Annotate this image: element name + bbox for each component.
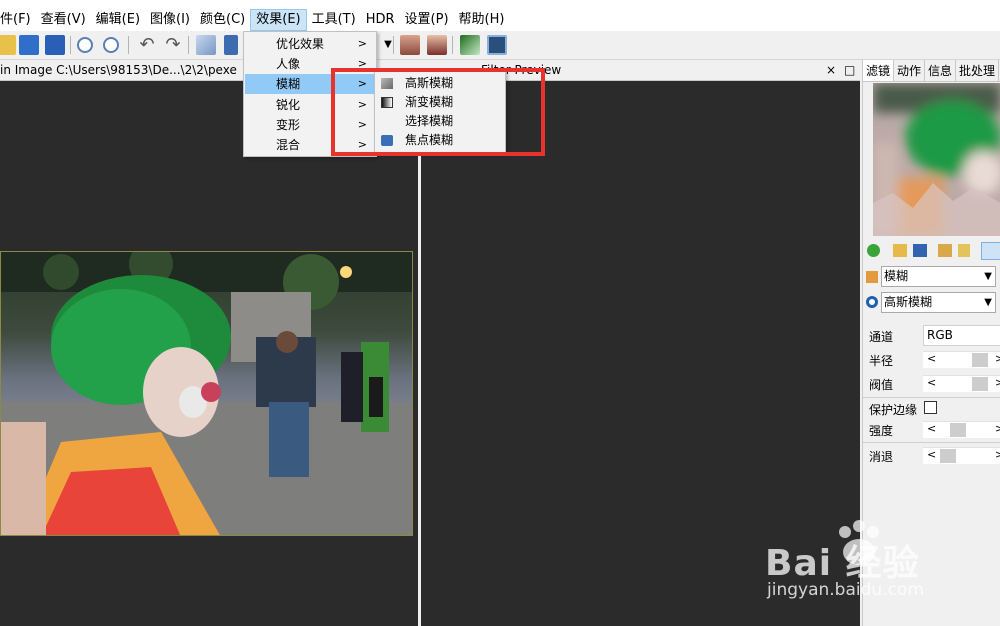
chevron-down-icon: ▼ [984,271,992,282]
portrait-retouch-icon[interactable] [427,35,447,55]
menu-file[interactable]: 件(F) [0,9,36,31]
play-icon[interactable] [867,244,880,257]
save-preset-icon[interactable] [913,244,927,257]
menu-settings[interactable]: 设置(P) [400,9,454,31]
menu-item-label: 优化效果 [276,37,325,51]
clown-photo [1,252,412,535]
open-folder-icon[interactable] [0,35,16,55]
tab-actions[interactable]: 动作 [894,60,926,81]
radius-slider[interactable]: < > [923,351,1000,368]
slider-thumb[interactable] [972,353,988,367]
add-action-icon[interactable] [938,244,952,257]
hdr-icon[interactable] [460,35,480,55]
menu-item-label: 锐化 [276,98,301,112]
open-preset-icon[interactable] [893,244,907,257]
menu-help[interactable]: 帮助(H) [454,9,510,31]
filter-category-select[interactable]: 模糊 ▼ [881,266,996,287]
chevron-down-icon: ▼ [984,297,992,308]
navigator-preview[interactable] [873,83,1000,236]
menu-item-label: 人像 [276,57,301,71]
menu-effects[interactable]: 效果(E) [250,9,307,31]
channel-label: 通道 [869,330,894,344]
menu-color[interactable]: 颜色(C) [195,9,250,31]
toolbar-separator [452,36,453,54]
undo-icon[interactable]: ↶ [137,35,157,55]
resize-image-icon[interactable] [196,35,216,55]
toolbar-separator [188,36,189,54]
filter-type-icon [866,296,878,308]
category-value: 模糊 [884,269,909,283]
menu-item-label: 模糊 [276,77,301,91]
slider-left-arrow[interactable]: < [927,352,936,365]
chevron-right-icon: > [357,37,367,50]
frame-icon[interactable] [487,35,507,55]
lightning-icon[interactable] [958,244,970,257]
slider-right-arrow[interactable]: > [995,376,1000,389]
zoom-in-icon[interactable] [77,37,93,53]
zoom-out-icon[interactable] [103,37,119,53]
divider [863,397,1000,398]
filter-value: 高斯模糊 [884,295,933,309]
title-bar [0,0,1000,9]
menu-view[interactable]: 查看(V) [36,9,91,31]
slider-thumb[interactable] [950,423,966,437]
tab-filters[interactable]: 滤镜 [863,60,895,81]
filter-type-select[interactable]: 高斯模糊 ▼ [881,292,996,313]
toolbar-separator [128,36,129,54]
app-window: 件(F) 查看(V) 编辑(E) 图像(I) 颜色(C) 效果(E) 工具(T)… [0,0,1000,626]
channel-select[interactable]: RGB [923,325,1000,346]
slider-right-arrow[interactable]: > [995,448,1000,461]
filter-toolbar [863,241,1000,263]
threshold-label: 阀值 [869,378,894,392]
menu-item-label: 混合 [276,138,301,152]
dropdown-arrow-icon[interactable]: ▼ [378,35,398,55]
redo-icon[interactable]: ↷ [163,35,183,55]
toolbar-separator [70,36,71,54]
preview-thumbnail [873,83,1000,236]
menu-item-optimize[interactable]: 优化效果 > [245,34,376,54]
toolbar: ↶ ↷ ▼ [0,31,1000,60]
slider-left-arrow[interactable]: < [927,448,936,461]
maximize-icon[interactable]: □ [844,63,855,77]
fade-slider[interactable]: < > [923,447,1000,464]
preserve-edges-label: 保护边缘 [869,403,918,417]
slider-right-arrow[interactable]: > [995,352,1000,365]
slider-thumb[interactable] [972,377,988,391]
portrait-icon[interactable] [400,35,420,55]
fade-label: 消退 [869,450,894,464]
strength-slider[interactable]: < > [923,421,1000,438]
menu-item-label: 变形 [276,118,301,132]
slider-right-arrow[interactable]: > [995,422,1000,435]
photo-canvas[interactable] [0,251,413,536]
radius-label: 半径 [869,354,894,368]
slider-left-arrow[interactable]: < [927,376,936,389]
divider [863,442,1000,443]
watermark-brand: Bai 经验 [765,543,920,584]
menu-edit[interactable]: 编辑(E) [91,9,145,31]
panel-tabs: 滤镜 动作 信息 批处理 [863,60,1000,82]
menu-hdr[interactable]: HDR [361,9,400,31]
pipette-icon[interactable] [981,242,1000,260]
preserve-edges-checkbox[interactable] [924,401,937,414]
close-icon[interactable]: × [826,63,836,77]
slider-left-arrow[interactable]: < [927,422,936,435]
slider-thumb[interactable] [940,449,956,463]
menubar: 件(F) 查看(V) 编辑(E) 图像(I) 颜色(C) 效果(E) 工具(T)… [0,9,1000,31]
threshold-slider[interactable]: < > [923,375,1000,392]
annotation-highlight-box [331,68,545,156]
save-as-icon[interactable] [45,35,65,55]
menu-image[interactable]: 图像(I) [145,9,195,31]
save-icon[interactable] [19,35,39,55]
filter-category-icon [866,271,878,283]
menu-tools[interactable]: 工具(T) [307,9,361,31]
tab-batch[interactable]: 批处理 [956,60,1000,81]
tab-info[interactable]: 信息 [925,60,957,81]
strength-label: 强度 [869,424,894,438]
color-picker-icon[interactable] [224,35,238,55]
watermark-url: jingyan.baidu.com [767,580,924,600]
toolbar-separator [393,36,394,54]
